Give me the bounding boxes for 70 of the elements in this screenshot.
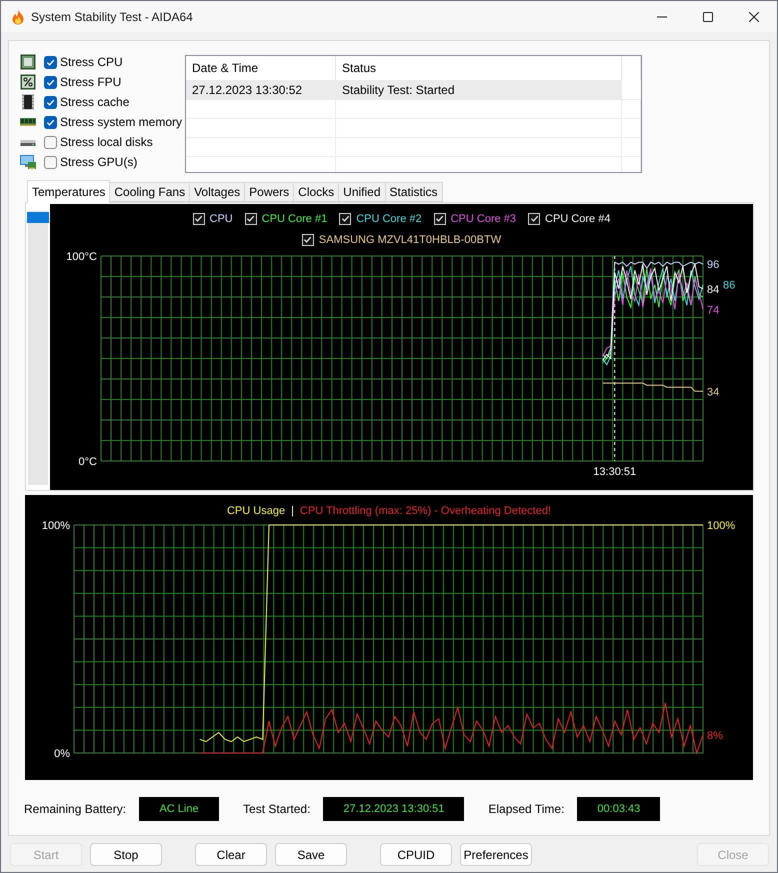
table-cell-text: Stability Test: Started: [341, 82, 456, 98]
tab[interactable]: Unified: [338, 182, 386, 202]
checkbox-label[interactable]: Stress system memory: [60, 115, 182, 129]
table-row[interactable]: 27.12.2023 13:30:52 Stability Test: Started: [186, 80, 622, 99]
close-icon: [749, 12, 759, 22]
dialog-button[interactable]: Stop: [90, 843, 162, 866]
value-label: 100%: [707, 520, 736, 532]
time-label: 13:30:51: [593, 466, 636, 478]
legend-label: CPU Core #2: [356, 212, 422, 224]
checkbox[interactable]: [44, 76, 57, 88]
tab[interactable]: Temperatures: [27, 180, 110, 203]
tab[interactable]: Clocks: [293, 182, 340, 202]
scrollbar-thumb[interactable]: [27, 212, 49, 223]
checkbox[interactable]: [44, 116, 57, 128]
axis-label: 0%: [54, 748, 70, 760]
status-label: Remaining Battery:: [24, 802, 126, 816]
legend-checkbox[interactable]: [302, 234, 314, 246]
value-label: 86: [723, 280, 736, 292]
legend-label: CPU: [210, 212, 233, 224]
value-label: 96: [707, 259, 720, 272]
dialog-button[interactable]: Preferences: [460, 843, 532, 866]
tab[interactable]: Cooling Fans: [109, 182, 190, 202]
tab[interactable]: Powers: [244, 182, 294, 202]
status-label: Test Started:: [243, 802, 310, 816]
checkbox-label[interactable]: Stress FPU: [60, 75, 122, 89]
value-label: 84: [707, 284, 720, 296]
legend-label: SAMSUNG MZVL41T0HBLB-00BTW: [318, 234, 502, 246]
legend-separator: |: [291, 504, 294, 519]
checkbox-label[interactable]: Stress CPU: [60, 55, 123, 69]
legend-checkbox[interactable]: [434, 212, 446, 224]
checkbox[interactable]: [44, 96, 57, 108]
value-label: 74: [707, 304, 720, 316]
tab[interactable]: Statistics: [384, 182, 443, 202]
status-value: 00:03:43: [577, 797, 660, 821]
dialog-button[interactable]: Clear: [195, 843, 267, 866]
legend-checkbox[interactable]: [192, 212, 205, 224]
checkbox-label[interactable]: Stress GPU(s): [60, 155, 138, 169]
flame-icon: [10, 8, 26, 24]
checkbox-label[interactable]: Stress local disks: [60, 135, 153, 149]
axis-label: 0°C: [78, 456, 97, 468]
monitor-icon: [20, 154, 36, 170]
scrollbar-track[interactable]: [28, 211, 48, 485]
cpu-chip-icon: [20, 54, 36, 70]
legend-label: CPU Usage: [226, 504, 286, 519]
legend-label: CPU Throttling (max: 25%) - Overheating Detected!: [300, 504, 551, 519]
checkbox[interactable]: [44, 156, 57, 168]
checkbox[interactable]: [44, 56, 57, 68]
legend-checkbox[interactable]: [244, 212, 257, 224]
table-cell-text: 27.12.2023 13:30:52: [191, 82, 304, 98]
window-title: System Stability Test - AIDA64: [31, 10, 193, 24]
legend-checkbox[interactable]: [339, 212, 352, 224]
value-label: 8%: [707, 730, 723, 742]
maximize-icon: [703, 12, 713, 22]
legend-label: CPU Core #4: [545, 212, 610, 224]
value-label: 34: [707, 386, 720, 398]
axis-label: 100°C: [66, 251, 97, 263]
dialog-button[interactable]: Save: [275, 843, 347, 866]
status-value: AC Line: [139, 797, 220, 821]
memory-chip-icon: [20, 94, 36, 110]
status-label: Elapsed Time:: [488, 802, 564, 816]
tab[interactable]: Voltages: [189, 182, 246, 202]
legend-checkbox[interactable]: [528, 212, 540, 224]
legend-label: CPU Core #3: [450, 212, 516, 224]
checkbox-label[interactable]: Stress cache: [60, 95, 130, 109]
percent-chip-icon: [20, 74, 36, 90]
checkbox[interactable]: [44, 136, 57, 148]
legend-label: CPU Core #1: [262, 212, 328, 224]
axis-label: 100%: [42, 520, 70, 532]
dialog-button[interactable]: CPUID: [380, 843, 452, 866]
status-value: 27.12.2023 13:30:51: [323, 797, 464, 821]
